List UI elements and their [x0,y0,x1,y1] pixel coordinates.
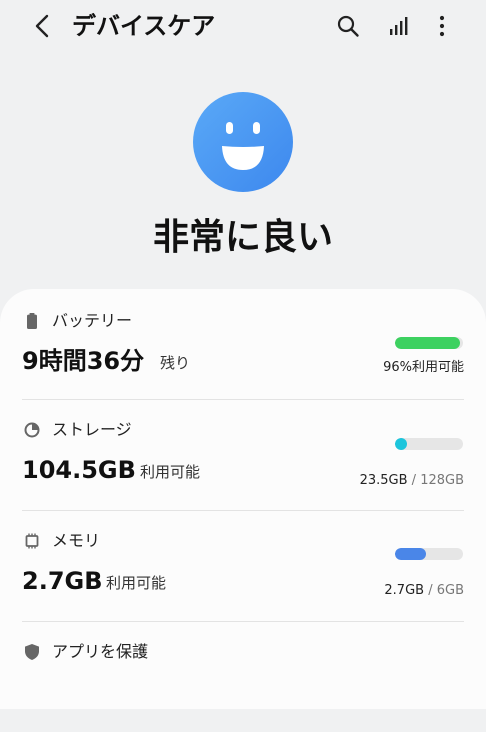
storage-separator: / [407,473,421,488]
memory-chip-icon [24,533,40,549]
memory-available-unit: 利用可能 [106,574,167,592]
battery-level-fill [395,337,461,349]
battery-icon [24,313,40,329]
battery-label: バッテリー [52,311,133,330]
shield-icon [24,644,40,660]
back-button[interactable] [28,8,56,44]
storage-available-unit: 利用可能 [140,463,201,481]
storage-icon [24,422,40,438]
device-care-card: バッテリー 9時間36分 残り 96%利用可能 ストレージ 104.5GB 利用… [0,289,486,709]
app-protection-label: アプリを保護 [52,642,149,661]
app-protection-section[interactable]: アプリを保護 [0,622,486,732]
status-indicator [193,92,293,192]
storage-total: 128GB [420,473,464,488]
more-options-button[interactable] [426,8,458,44]
storage-usage-bar [395,438,463,450]
storage-usage-text: 23.5GB / 128GB [360,472,464,490]
memory-available-value: 2.7GB [22,567,103,595]
battery-time-value: 9時間36分 [22,347,145,375]
memory-separator: / [424,583,437,598]
battery-level-bar [395,337,463,349]
storage-section[interactable]: ストレージ 104.5GB 利用可能 23.5GB / 128GB [0,400,486,510]
chevron-left-icon [35,14,49,38]
search-icon [337,15,359,37]
search-button[interactable] [332,8,364,44]
memory-total: 6GB [436,583,464,598]
smiley-face-icon [193,92,293,192]
stats-button[interactable] [383,8,415,44]
memory-used: 2.7GB [384,583,425,598]
battery-time-unit: 残り [160,354,191,372]
more-vertical-icon [439,15,445,37]
memory-usage-fill [395,548,426,560]
status-text: 非常に良い [152,217,333,258]
storage-used: 23.5GB [359,473,408,488]
page-title: デバイスケア [72,12,216,40]
memory-label: メモリ [52,531,101,550]
storage-label: ストレージ [52,420,132,439]
memory-section[interactable]: メモリ 2.7GB 利用可能 2.7GB / 6GB [0,511,486,621]
storage-usage-fill [395,438,408,450]
bar-chart-icon [390,17,408,35]
battery-percent-text: 96%利用可能 [383,360,464,375]
memory-usage-text: 2.7GB / 6GB [384,582,464,600]
memory-usage-bar [395,548,463,560]
battery-section[interactable]: バッテリー 9時間36分 残り 96%利用可能 [0,289,486,399]
storage-available-value: 104.5GB [22,456,136,484]
app-bar: デバイスケア [0,0,486,52]
